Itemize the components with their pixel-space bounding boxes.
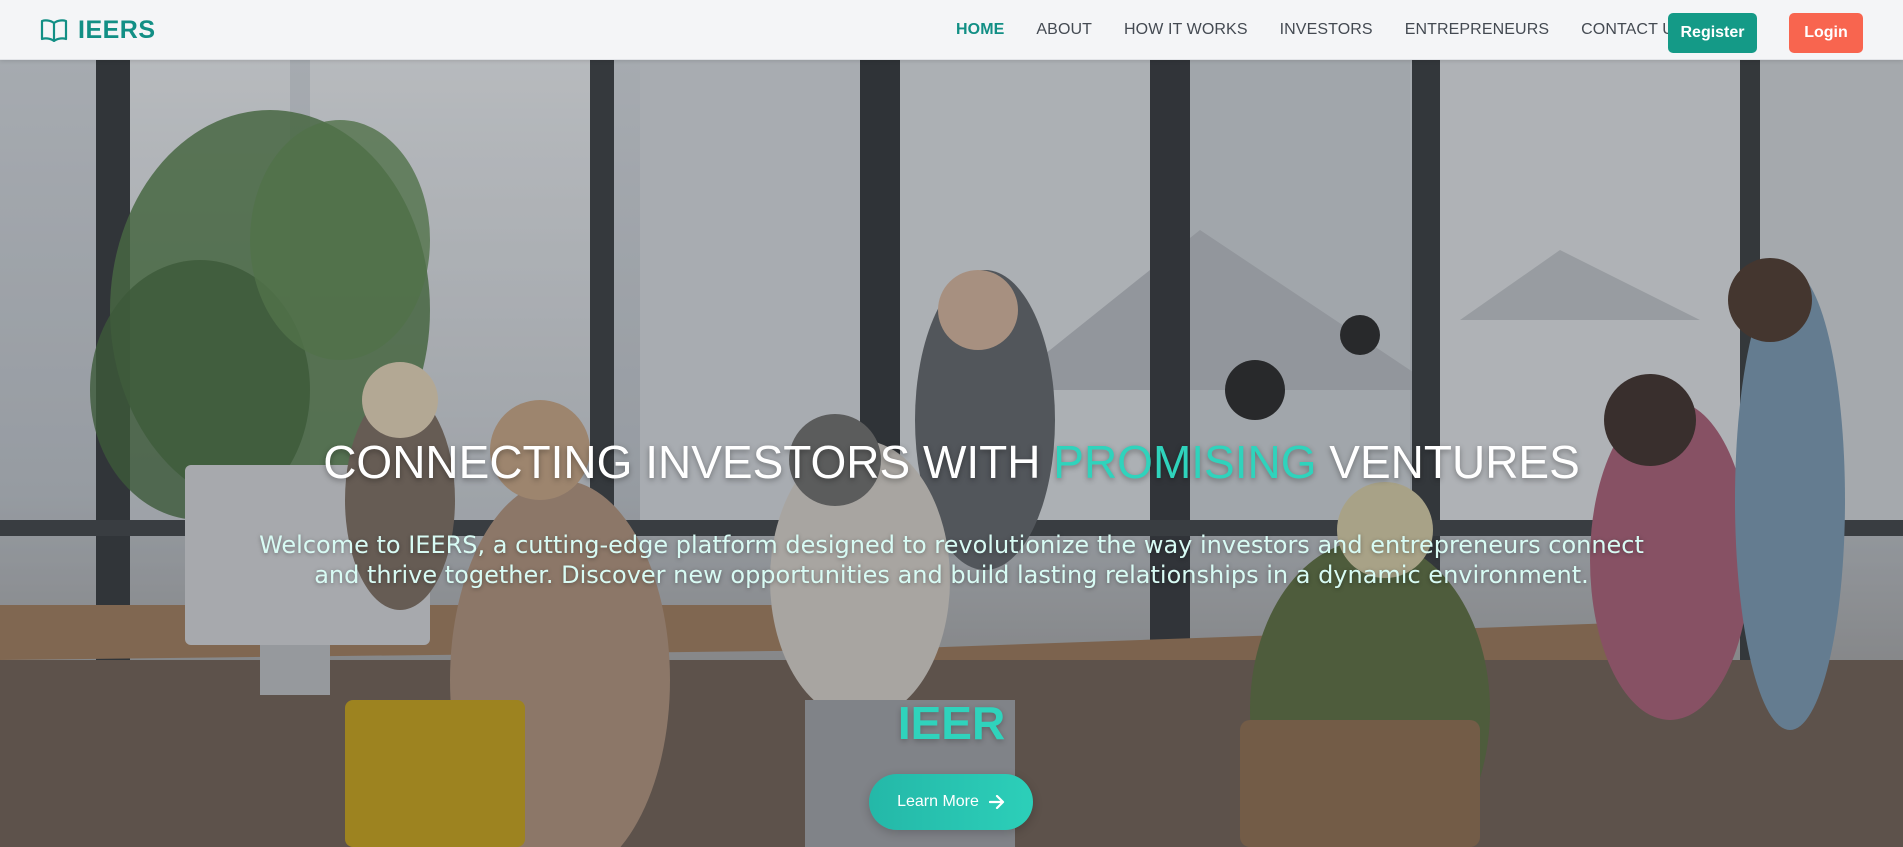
register-button[interactable]: Register <box>1668 13 1757 53</box>
nav-item-how-it-works[interactable]: HOW IT WORKS <box>1108 21 1264 39</box>
nav-item-about[interactable]: ABOUT <box>1020 21 1108 39</box>
learn-more-button[interactable]: Learn More <box>869 774 1033 830</box>
hero-title-prefix: CONNECTING INVESTORS WITH <box>323 436 1054 488</box>
learn-more-label: Learn More <box>897 793 979 810</box>
hero-section: CONNECTING INVESTORS WITH PROMISING VENT… <box>0 60 1903 847</box>
brand-logo-link[interactable]: IEERS <box>40 0 156 60</box>
nav-item-home[interactable]: HOME <box>940 21 1020 39</box>
top-navbar: IEERS HOME ABOUT HOW IT WORKS INVESTORS … <box>0 0 1903 60</box>
nav-item-investors[interactable]: INVESTORS <box>1264 21 1389 39</box>
login-button[interactable]: Login <box>1789 13 1863 53</box>
book-icon <box>40 19 68 42</box>
hero-title-accent: PROMISING <box>1053 436 1317 488</box>
hero-content: CONNECTING INVESTORS WITH PROMISING VENT… <box>0 60 1903 847</box>
typed-brand-text: IEER <box>897 697 1006 749</box>
hero-title-suffix: VENTURES <box>1316 436 1580 488</box>
hero-title: CONNECTING INVESTORS WITH PROMISING VENT… <box>0 435 1903 489</box>
nav-item-entrepreneurs[interactable]: ENTREPRENEURS <box>1389 21 1565 39</box>
brand-name: IEERS <box>78 15 156 44</box>
nav-menu: HOME ABOUT HOW IT WORKS INVESTORS ENTREP… <box>940 0 1701 60</box>
arrow-right-icon <box>988 795 1005 809</box>
hero-subtitle: Welcome to IEERS, a cutting-edge platfor… <box>259 531 1644 589</box>
